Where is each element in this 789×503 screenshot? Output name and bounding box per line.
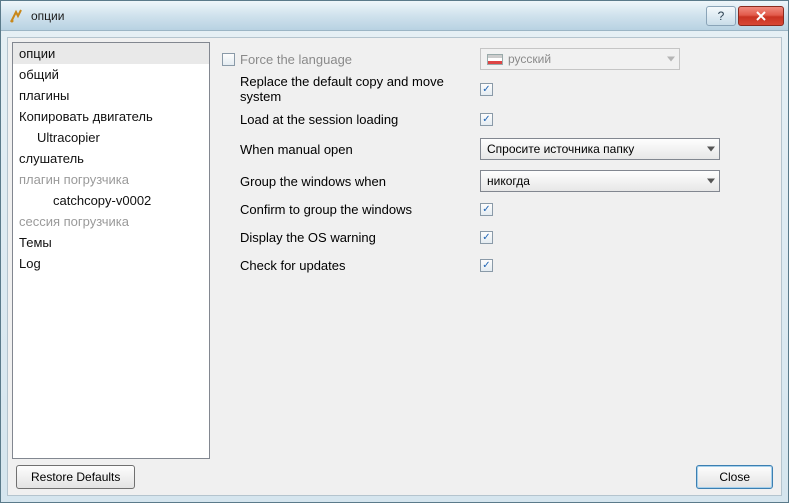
sidebar-item[interactable]: общий (13, 64, 209, 85)
os-warning-checkbox[interactable]: ✓ (480, 231, 493, 244)
chevron-down-icon (667, 57, 675, 62)
sidebar-item: сессия погрузчика (13, 211, 209, 232)
group-windows-value: никогда (487, 174, 530, 188)
sidebar-item: плагин погрузчика (13, 169, 209, 190)
restore-defaults-button[interactable]: Restore Defaults (16, 465, 135, 489)
help-button[interactable]: ? (706, 6, 736, 26)
chevron-down-icon (707, 179, 715, 184)
group-windows-select[interactable]: никогда (480, 170, 720, 192)
flag-icon (487, 54, 503, 65)
sidebar-item[interactable]: Ultracopier (13, 127, 209, 148)
check-updates-label: Check for updates (240, 258, 480, 273)
group-windows-label: Group the windows when (240, 174, 480, 189)
row-manual-open: When manual open Спросите источника папк… (222, 136, 767, 162)
os-warning-label: Display the OS warning (240, 230, 480, 245)
force-language-label: Force the language (240, 52, 480, 67)
check-updates-checkbox[interactable]: ✓ (480, 259, 493, 272)
window-buttons: ? (704, 6, 784, 26)
manual-open-label: When manual open (240, 142, 480, 157)
sidebar-item[interactable]: слушатель (13, 148, 209, 169)
sidebar-item[interactable]: Копировать двигатель (13, 106, 209, 127)
settings-panel: Force the language русский Replace the d… (212, 38, 781, 459)
close-button[interactable]: Close (696, 465, 773, 489)
main-area: опцииобщийплагиныКопировать двигательUlt… (8, 38, 781, 459)
manual-open-value: Спросите источника папку (487, 142, 634, 156)
sidebar-item[interactable]: плагины (13, 85, 209, 106)
sidebar-item[interactable]: catchcopy-v0002 (13, 190, 209, 211)
language-select[interactable]: русский (480, 48, 680, 70)
force-language-checkbox[interactable] (222, 53, 235, 66)
confirm-group-checkbox[interactable]: ✓ (480, 203, 493, 216)
load-session-label: Load at the session loading (240, 112, 480, 127)
row-os-warning: Display the OS warning ✓ (222, 224, 767, 250)
client-area: опцииобщийплагиныКопировать двигательUlt… (7, 37, 782, 496)
chevron-down-icon (707, 147, 715, 152)
sidebar-item[interactable]: Log (13, 253, 209, 274)
row-force-language: Force the language русский (222, 46, 767, 72)
replace-copy-label: Replace the default copy and move system (240, 74, 480, 104)
sidebar-item[interactable]: опции (13, 43, 209, 64)
titlebar: опции ? (1, 1, 788, 31)
row-replace-copy: Replace the default copy and move system… (222, 74, 767, 104)
window-title: опции (31, 9, 704, 23)
row-group-windows-when: Group the windows when никогда (222, 168, 767, 194)
row-load-session: Load at the session loading ✓ (222, 106, 767, 132)
replace-copy-checkbox[interactable]: ✓ (480, 83, 493, 96)
bottom-bar: Restore Defaults Close (8, 459, 781, 495)
options-window: опции ? опцииобщийплагиныКопировать двиг… (0, 0, 789, 503)
row-check-updates: Check for updates ✓ (222, 252, 767, 278)
row-confirm-group: Confirm to group the windows ✓ (222, 196, 767, 222)
sidebar-item[interactable]: Темы (13, 232, 209, 253)
language-select-value: русский (508, 52, 551, 66)
app-icon (9, 8, 25, 24)
window-close-button[interactable] (738, 6, 784, 26)
sidebar: опцииобщийплагиныКопировать двигательUlt… (12, 42, 210, 459)
manual-open-select[interactable]: Спросите источника папку (480, 138, 720, 160)
confirm-group-label: Confirm to group the windows (240, 202, 480, 217)
load-session-checkbox[interactable]: ✓ (480, 113, 493, 126)
